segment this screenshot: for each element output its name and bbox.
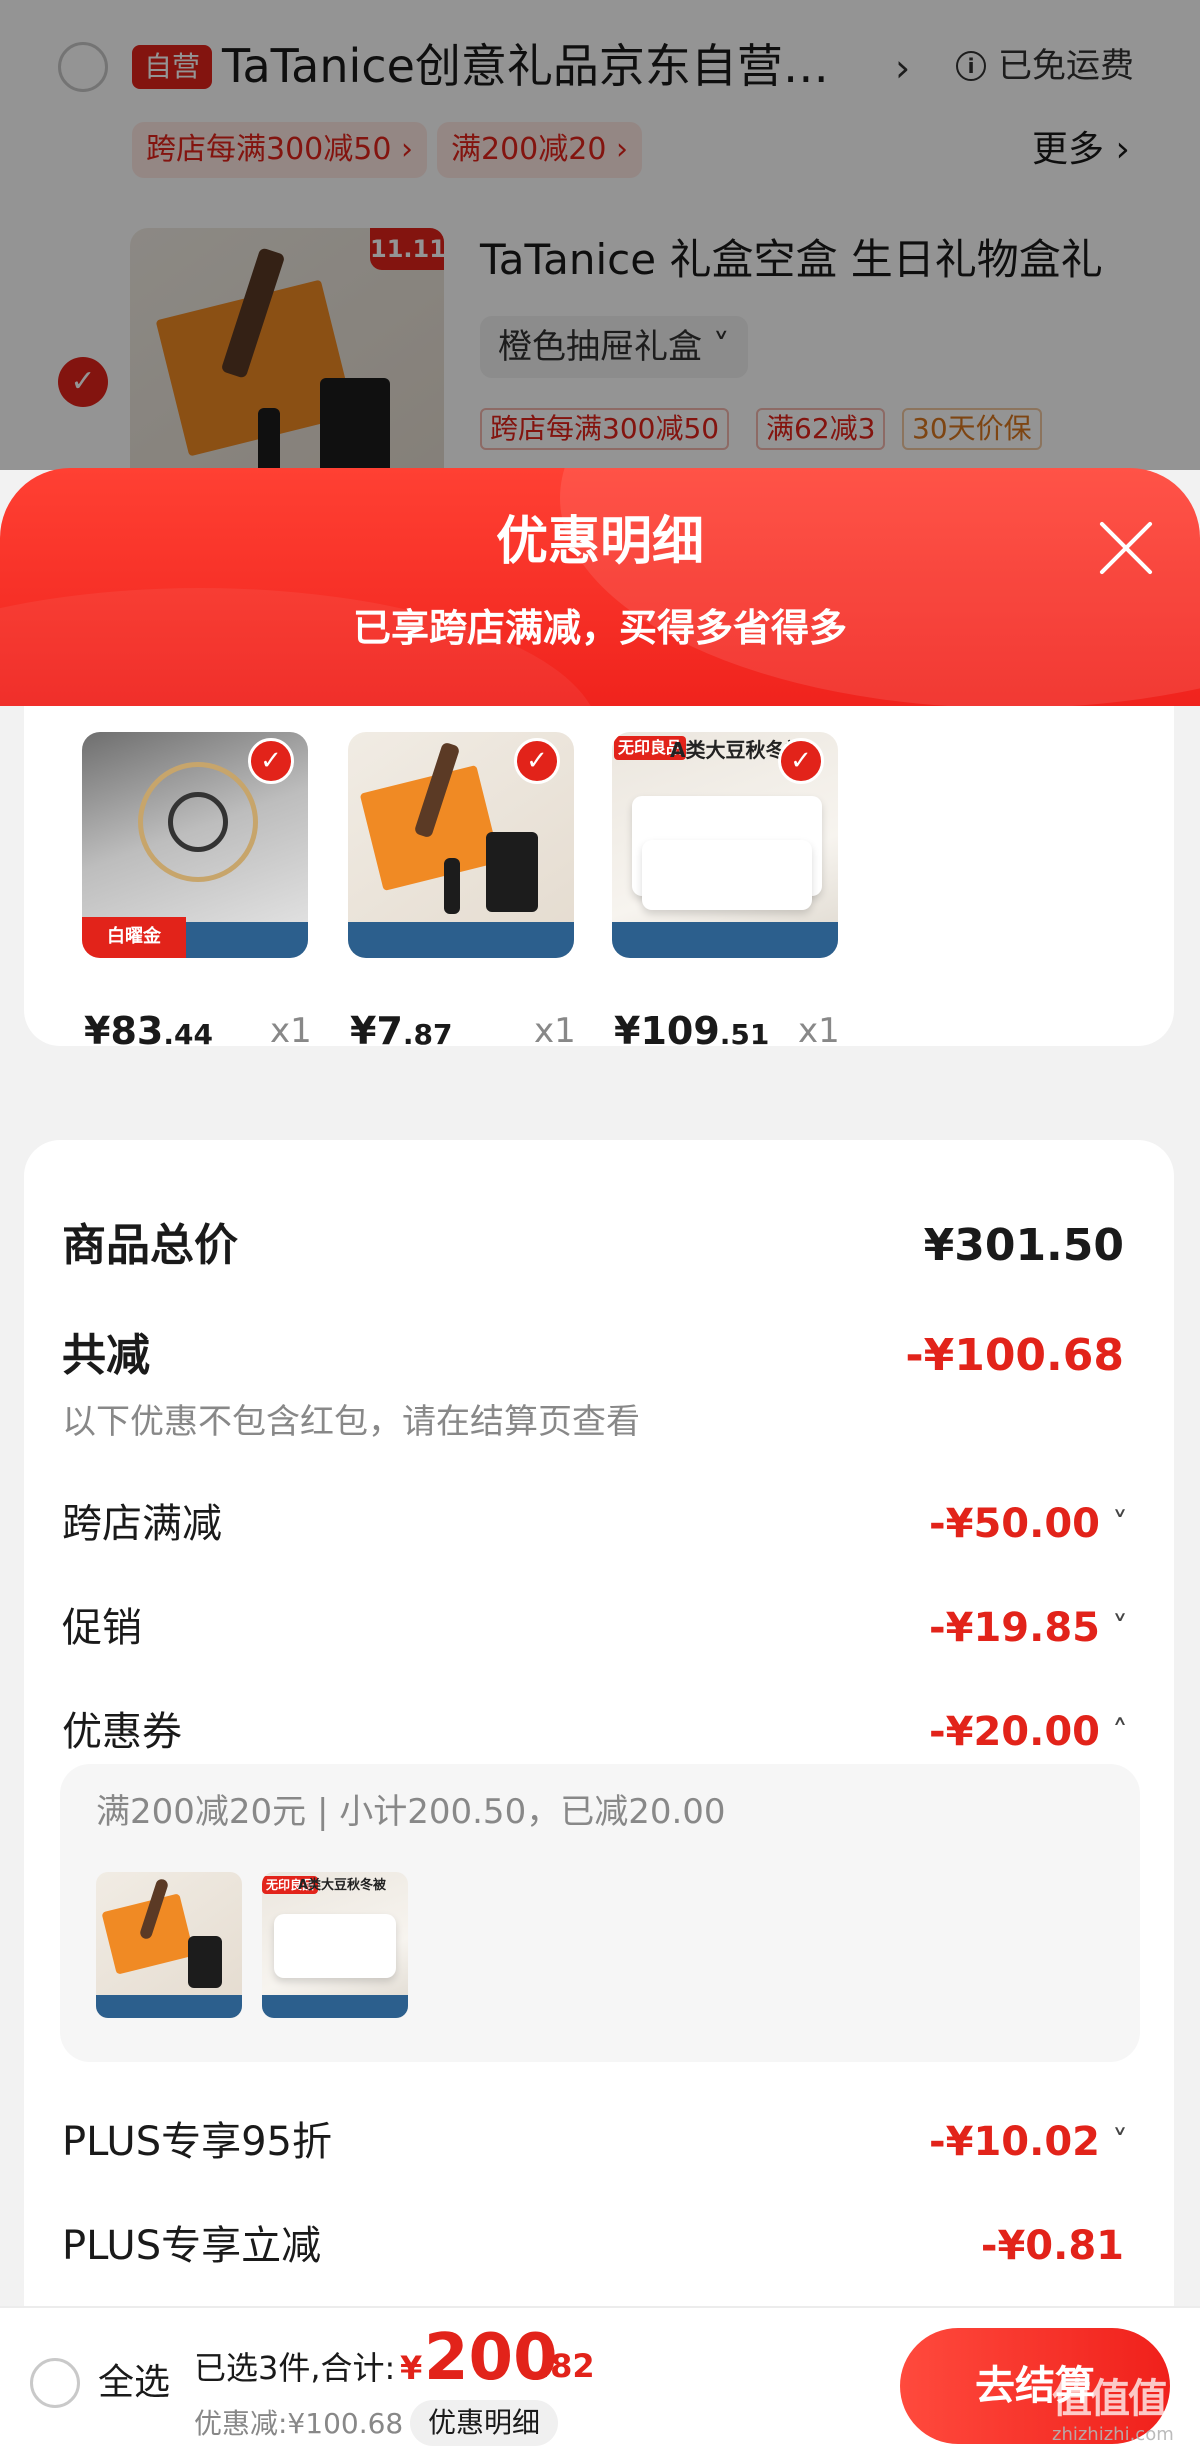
watermark-url: zhizhizhi.com (1052, 2424, 1174, 2445)
item-price: ¥83.44 (84, 1009, 213, 1053)
watermark-logo: 值值值 (1052, 2376, 1168, 2422)
select-all-label[interactable]: 全选 (98, 2358, 170, 2408)
total-reduction-label: 共减 (62, 1330, 150, 1381)
select-all-radio[interactable] (30, 2358, 80, 2408)
cross-store-label[interactable]: 跨店满减 (62, 1496, 222, 1552)
sheet-title: 优惠明细 (495, 512, 704, 572)
plus-instant-value: -¥0.81 (980, 2223, 1124, 2269)
coupon-label[interactable]: 优惠券 (62, 1704, 182, 1760)
item-quantity: x1 (534, 1011, 576, 1051)
item-thumbnail-quilt[interactable]: 无印良品 A类大豆秋冬被 ✓ (612, 732, 838, 958)
close-icon[interactable] (1096, 518, 1156, 578)
goods-total-value: ¥301.50 (923, 1220, 1124, 1271)
cross-store-value[interactable]: -¥50.00 (929, 1496, 1100, 1552)
item-price: ¥109.51 (614, 1009, 770, 1053)
sheet-header: 优惠明细 已享跨店满减，买得多省得多 (0, 468, 1200, 706)
total-reduction-value: -¥100.68 (905, 1330, 1124, 1381)
sheet-subtitle: 已享跨店满减，买得多省得多 (352, 606, 847, 650)
item-checked-icon[interactable]: ✓ (778, 738, 824, 784)
chevron-up-icon[interactable]: ˄ (1112, 1704, 1128, 1760)
plus-discount-label[interactable]: PLUS专享95折 (62, 2114, 332, 2170)
total-amount-decimal: .82 (538, 2347, 595, 2385)
promotion-value[interactable]: -¥19.85 (929, 1600, 1100, 1656)
selected-count-text: 已选3件,合计: (194, 2349, 396, 2387)
coupon-item-thumbnail-quilt[interactable]: 无印良品 A类大豆秋冬被 (262, 1872, 408, 2018)
item-quantity: x1 (270, 1011, 312, 1051)
plus-instant-label: PLUS专享立减 (62, 2223, 322, 2269)
coupon-detail-text: 满200减20元 | 小计200.50，已减20.00 (96, 1792, 726, 1832)
goods-total-label: 商品总价 (62, 1220, 238, 1271)
coupon-detail-box: 满200减20元 | 小计200.50，已减20.00 无印良品 A类大豆秋冬被 (60, 1764, 1140, 2062)
plus-discount-value[interactable]: -¥10.02 (929, 2114, 1100, 2170)
coupon-value[interactable]: -¥20.00 (929, 1704, 1100, 1760)
discount-detail-button[interactable]: 优惠明细 (410, 2400, 559, 2446)
chevron-down-icon[interactable]: ˅ (1112, 1496, 1128, 1552)
chevron-down-icon[interactable]: ˅ (1112, 2114, 1128, 2170)
checkout-bar: 全选 已选3件,合计: ¥ 200 .82 优惠减:¥100.68 优惠明细 去… (0, 2306, 1200, 2456)
total-currency: ¥ (400, 2349, 423, 2387)
coupon-item-thumbnail-gift-box[interactable] (96, 1872, 242, 2018)
item-checked-icon[interactable]: ✓ (248, 738, 294, 784)
item-checked-icon[interactable]: ✓ (514, 738, 560, 784)
promotion-label[interactable]: 促销 (62, 1600, 142, 1656)
discount-summary: 优惠减:¥100.68 (194, 2407, 404, 2440)
reduction-note: 以下优惠不包含红包，请在结算页查看 (62, 1402, 640, 1442)
item-thumbnail-gift-box[interactable]: ✓ (348, 732, 574, 958)
item-price: ¥7.87 (350, 1009, 453, 1053)
item-quantity: x1 (798, 1011, 840, 1051)
chevron-down-icon[interactable]: ˅ (1112, 1600, 1128, 1656)
item-thumbnail-towel-rack[interactable]: 白曜金 ✓ (82, 732, 308, 958)
